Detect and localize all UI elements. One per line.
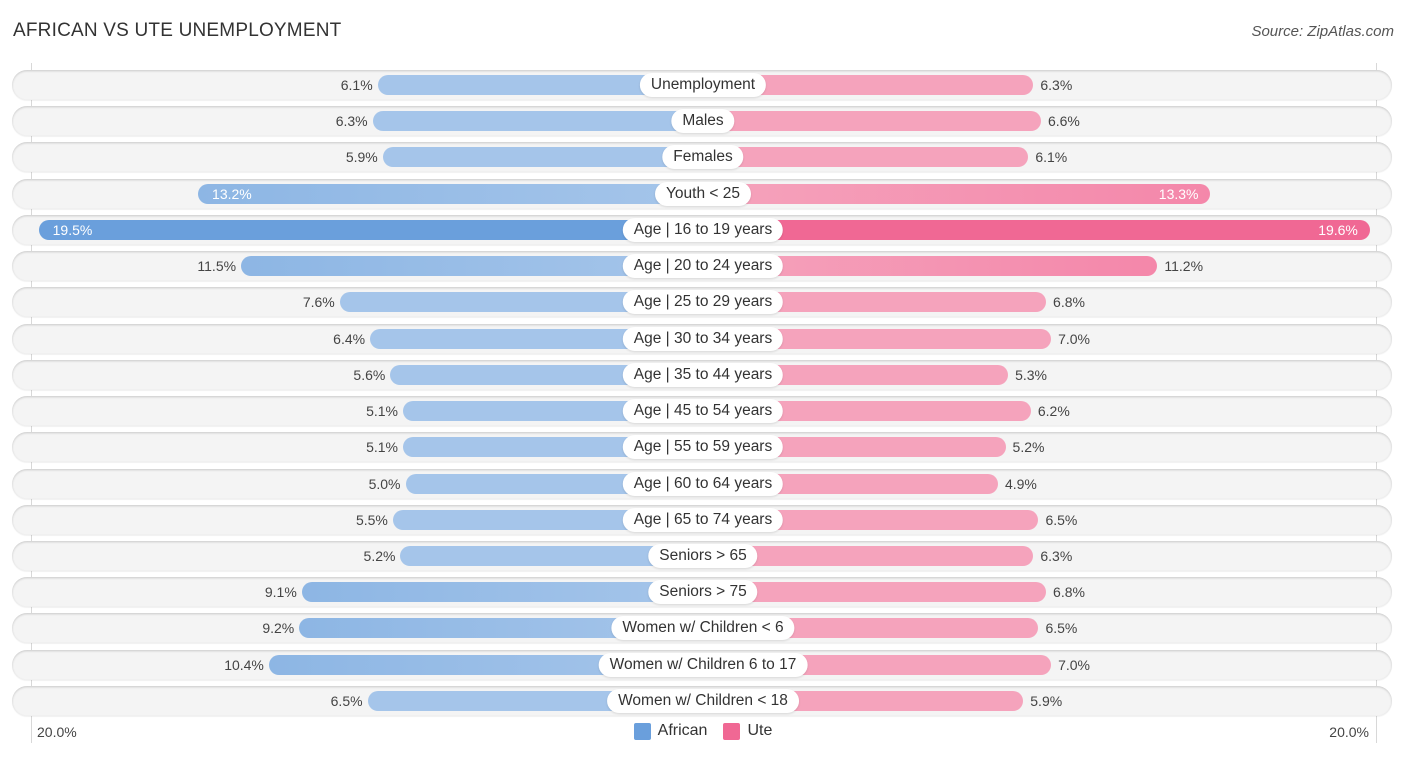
value-label-ute: 5.3% xyxy=(1015,366,1047,383)
value-label-ute: 19.6% xyxy=(1318,221,1358,238)
value-label-african: 5.1% xyxy=(366,439,398,456)
bar-african-youth-25[interactable] xyxy=(198,183,703,204)
value-label-ute: 5.9% xyxy=(1030,692,1063,709)
category-label: Women w/ Children 6 to 17 xyxy=(598,652,808,677)
value-label-african: 9.1% xyxy=(264,584,297,601)
legend-label-african: African xyxy=(657,722,708,739)
category-label: Youth < 25 xyxy=(655,181,751,206)
bar-ute-females[interactable] xyxy=(703,147,1029,168)
value-label-african: 7.6% xyxy=(302,294,335,311)
value-label-ute: 6.3% xyxy=(1040,547,1073,564)
category-label: Age | 65 to 74 years xyxy=(622,507,784,532)
legend-swatch-ute xyxy=(723,722,741,740)
category-label: Females xyxy=(662,145,744,170)
value-label-ute: 6.6% xyxy=(1047,113,1080,130)
category-label: Women w/ Children < 6 xyxy=(611,616,795,641)
category-label: Males xyxy=(671,109,735,134)
category-label: Age | 30 to 34 years xyxy=(622,326,784,351)
value-label-african: 6.1% xyxy=(340,77,373,93)
legend-item-ute[interactable]: Ute xyxy=(723,722,772,740)
value-label-african: 6.4% xyxy=(333,330,366,347)
bar-african-females[interactable] xyxy=(382,147,703,168)
value-label-ute: 7.0% xyxy=(1058,656,1091,673)
value-label-ute: 7.0% xyxy=(1058,330,1091,347)
value-label-ute: 6.1% xyxy=(1035,149,1068,166)
value-label-ute: 6.8% xyxy=(1053,584,1085,601)
value-label-african: 5.1% xyxy=(366,403,398,420)
category-label: Age | 25 to 29 years xyxy=(622,290,784,315)
category-label: Women w/ Children < 18 xyxy=(607,688,799,713)
value-label-ute: 4.9% xyxy=(1004,475,1037,492)
bar-ute-males[interactable] xyxy=(703,111,1041,132)
value-label-african: 5.5% xyxy=(355,511,388,528)
category-label: Age | 60 to 64 years xyxy=(622,471,784,496)
category-label: Age | 35 to 44 years xyxy=(622,362,784,387)
value-label-african: 13.2% xyxy=(212,185,252,202)
value-label-african: 6.3% xyxy=(335,113,368,130)
bar-ute-youth-25[interactable] xyxy=(703,183,1211,204)
category-label: Seniors > 75 xyxy=(648,580,758,605)
value-label-african: 5.9% xyxy=(345,149,378,166)
value-label-african: 19.5% xyxy=(52,221,93,238)
value-label-african: 9.2% xyxy=(262,620,295,637)
legend-swatch-african xyxy=(633,722,651,740)
source-label: Source: ZipAtlas.com xyxy=(1251,23,1394,40)
category-label: Seniors > 65 xyxy=(648,543,758,568)
bar-african-seniors-75[interactable] xyxy=(301,582,703,603)
value-label-ute: 6.8% xyxy=(1053,294,1085,311)
bar-african-age-16-to-19-years[interactable] xyxy=(38,219,703,240)
value-label-ute: 6.2% xyxy=(1037,403,1070,420)
legend-item-african[interactable]: African xyxy=(633,722,708,740)
value-label-ute: 11.2% xyxy=(1164,258,1204,275)
value-label-african: 11.5% xyxy=(197,258,237,275)
value-label-ute: 6.3% xyxy=(1040,77,1073,93)
bar-ute-age-16-to-19-years[interactable] xyxy=(703,219,1370,240)
category-label: Age | 16 to 19 years xyxy=(622,217,784,242)
category-label: Age | 20 to 24 years xyxy=(622,254,784,279)
value-label-ute: 13.3% xyxy=(1158,185,1199,202)
category-label: Age | 45 to 54 years xyxy=(622,399,784,424)
value-label-african: 5.0% xyxy=(368,475,401,492)
value-label-ute: 6.5% xyxy=(1045,511,1078,528)
category-label: Unemployment xyxy=(639,73,767,97)
chart-title: AFRICAN VS UTE UNEMPLOYMENT xyxy=(13,20,342,41)
value-label-african: 5.2% xyxy=(363,547,396,564)
legend-label-ute: Ute xyxy=(747,722,773,739)
bar-african-males[interactable] xyxy=(372,111,703,132)
category-label: Age | 55 to 59 years xyxy=(622,435,784,460)
value-label-african: 6.5% xyxy=(330,692,363,709)
value-label-ute: 6.5% xyxy=(1045,620,1078,637)
value-label-ute: 5.2% xyxy=(1012,439,1045,456)
value-label-african: 5.6% xyxy=(353,366,386,383)
value-label-african: 10.4% xyxy=(224,656,264,673)
legend: African Ute xyxy=(0,722,1406,740)
